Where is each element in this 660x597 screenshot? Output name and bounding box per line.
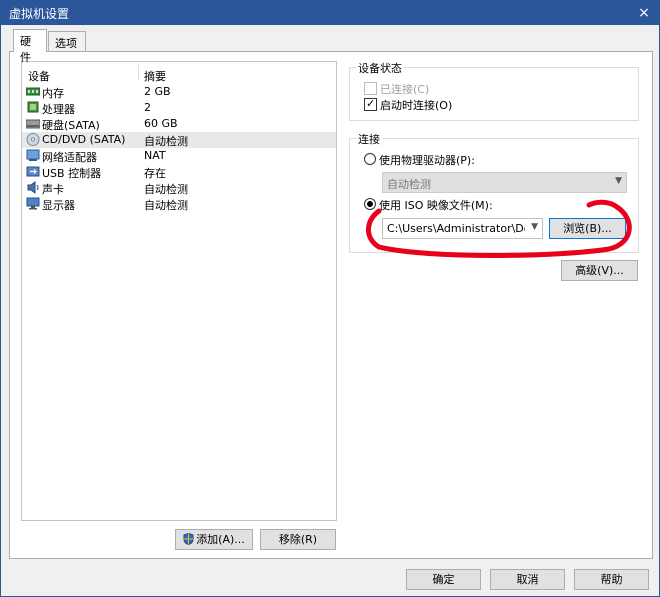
memory-icon bbox=[26, 87, 40, 96]
device-row-display[interactable]: 显示器 自动检测 bbox=[22, 196, 336, 212]
iso-path-value: C:\Users\Administrator\Desk bbox=[387, 222, 525, 235]
device-summary: 自动检测 bbox=[144, 183, 188, 196]
ok-button[interactable]: 确定 bbox=[406, 569, 481, 590]
checkmark-icon: ✓ bbox=[366, 97, 376, 110]
display-icon bbox=[26, 197, 40, 210]
device-name: USB 控制器 bbox=[42, 167, 102, 180]
advanced-button[interactable]: 高级(V)... bbox=[561, 260, 638, 281]
connected-label: 已连接(C) bbox=[380, 83, 430, 96]
remove-device-button[interactable]: 移除(R) bbox=[260, 529, 336, 550]
device-row-usb-controller[interactable]: USB 控制器 存在 bbox=[22, 164, 336, 180]
chevron-down-icon: ▼ bbox=[615, 176, 622, 186]
radio-selected-dot bbox=[367, 201, 373, 207]
help-button[interactable]: 帮助 bbox=[574, 569, 649, 590]
iso-path-input[interactable]: C:\Users\Administrator\Desk ▼ bbox=[382, 218, 543, 239]
device-row-cd-dvd[interactable]: CD/DVD (SATA) 自动检测 bbox=[22, 132, 336, 148]
connect-at-power-on-label: 启动时连接(O) bbox=[380, 99, 453, 112]
tab-options[interactable]: 选项 bbox=[48, 31, 86, 51]
sound-card-icon bbox=[27, 181, 39, 194]
title-bar: 虚拟机设置 × bbox=[1, 1, 659, 25]
device-summary: 60 GB bbox=[144, 117, 178, 130]
add-device-button[interactable]: 添加(A)... bbox=[175, 529, 253, 550]
device-row-hard-disk[interactable]: 硬盘(SATA) 60 GB bbox=[22, 116, 336, 132]
device-name: 处理器 bbox=[42, 103, 75, 116]
iso-image-label: 使用 ISO 映像文件(M): bbox=[379, 199, 493, 212]
tab-hardware[interactable]: 硬件 bbox=[13, 29, 47, 64]
device-summary: 自动检测 bbox=[144, 135, 188, 148]
column-header-summary[interactable]: 摘要 bbox=[144, 68, 166, 84]
physical-drive-radio[interactable] bbox=[364, 153, 376, 165]
physical-drive-select[interactable]: 自动检测 ▼ bbox=[382, 172, 627, 193]
device-row-memory[interactable]: 内存 2 GB bbox=[22, 84, 336, 100]
device-summary: 自动检测 bbox=[144, 199, 188, 212]
close-icon[interactable]: × bbox=[635, 4, 653, 22]
browse-button[interactable]: 浏览(B)... bbox=[549, 218, 626, 239]
window-title: 虚拟机设置 bbox=[9, 7, 70, 21]
connection-title: 连接 bbox=[356, 131, 382, 147]
cancel-button[interactable]: 取消 bbox=[490, 569, 565, 590]
device-name: 网络适配器 bbox=[42, 151, 97, 164]
processor-icon bbox=[27, 101, 39, 113]
hard-disk-icon bbox=[26, 119, 40, 129]
column-separator[interactable] bbox=[138, 65, 139, 81]
device-summary: 存在 bbox=[144, 167, 166, 180]
shield-icon bbox=[183, 533, 194, 545]
add-device-label: 添加(A)... bbox=[196, 533, 245, 546]
device-summary: 2 bbox=[144, 101, 151, 114]
device-row-network-adapter[interactable]: 网络适配器 NAT bbox=[22, 148, 336, 164]
vm-settings-window: 虚拟机设置 × 硬件 选项 设备 摘要 内存 2 GB 处理器 2 硬盘(SAT… bbox=[0, 0, 660, 597]
physical-drive-value: 自动检测 bbox=[387, 178, 431, 191]
chevron-down-icon[interactable]: ▼ bbox=[531, 222, 538, 232]
column-header-device[interactable]: 设备 bbox=[28, 68, 50, 84]
device-list[interactable]: 设备 摘要 内存 2 GB 处理器 2 硬盘(SATA) 60 GB CD/DV… bbox=[21, 61, 337, 521]
device-summary: NAT bbox=[144, 149, 166, 162]
device-name: 声卡 bbox=[42, 183, 64, 196]
device-summary: 2 GB bbox=[144, 85, 171, 98]
device-name: CD/DVD (SATA) bbox=[42, 133, 126, 146]
iso-image-radio[interactable] bbox=[364, 198, 376, 210]
cd-dvd-icon bbox=[26, 133, 40, 146]
connect-at-power-on-checkbox[interactable]: ✓ bbox=[364, 97, 377, 111]
physical-drive-label: 使用物理驱动器(P): bbox=[379, 154, 475, 167]
device-row-sound-card[interactable]: 声卡 自动检测 bbox=[22, 180, 336, 196]
device-row-processor[interactable]: 处理器 2 bbox=[22, 100, 336, 116]
usb-icon bbox=[26, 166, 40, 177]
connected-checkbox[interactable] bbox=[364, 82, 377, 95]
device-list-header: 设备 摘要 bbox=[22, 62, 336, 84]
device-name: 显示器 bbox=[42, 199, 75, 212]
device-name: 内存 bbox=[42, 87, 64, 100]
network-adapter-icon bbox=[26, 149, 40, 161]
device-name: 硬盘(SATA) bbox=[42, 119, 100, 132]
device-status-title: 设备状态 bbox=[356, 60, 404, 76]
